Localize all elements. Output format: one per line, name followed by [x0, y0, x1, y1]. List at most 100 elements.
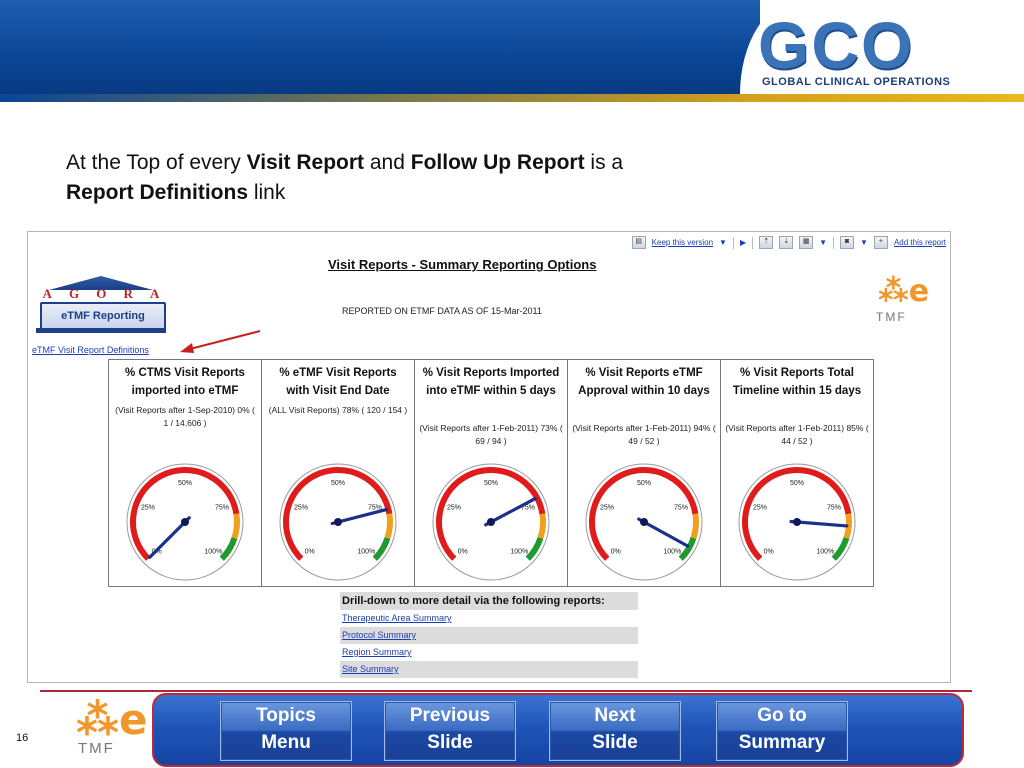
gco-logo: GCO GLOBAL CLINICAL OPERATIONS [748, 10, 1014, 94]
gauge-tick-label: 0% [458, 548, 468, 555]
export-icon[interactable]: ▦ [799, 236, 814, 249]
gauge-card-title: % Visit Reports eTMF Approval within 10 … [578, 367, 710, 397]
gauge-dial: 0%25%50%75%100% [432, 463, 550, 581]
gauge-tick-label: 50% [331, 480, 345, 487]
gco-logo-letters: GCO [758, 8, 915, 82]
chevron-down-icon[interactable]: ▼ [860, 238, 868, 247]
go-to-summary-button[interactable]: Go to Summary [716, 701, 848, 761]
gauge-tick-label: 25% [294, 505, 308, 512]
gauge-tick-label: 50% [178, 480, 192, 487]
gauge-hub [487, 518, 495, 526]
tmf-e-icon: ⁂e [76, 695, 148, 744]
agora-letter: R [123, 286, 133, 301]
gauge-card-title: % Visit Reports Total Timeline within 15… [732, 367, 862, 397]
nav-button-label: Previous [409, 705, 491, 726]
gauge-dial: 0%25%50%75%100% [126, 463, 244, 581]
nav-button-label: Slide [592, 732, 638, 753]
drill-up-icon[interactable]: ⇡ [759, 236, 774, 249]
add-report-icon[interactable]: + [873, 236, 888, 249]
drill-link-therapeutic-area[interactable]: Therapeutic Area Summary [340, 610, 638, 627]
gauge-tick-label: 50% [790, 480, 804, 487]
gauge-dial: 0%25%50%75%100% [738, 463, 856, 581]
gauge-tick-label: 50% [484, 480, 498, 487]
settings-icon[interactable]: ◙ [840, 236, 855, 249]
gauge-tick-label: 75% [215, 505, 229, 512]
nav-button-label: Summary [738, 732, 826, 753]
gauge-hub [793, 518, 801, 526]
gauge-tick-label: 25% [141, 505, 155, 512]
gauge-orange-band [384, 513, 393, 539]
page-number: 16 [16, 732, 29, 744]
gauge-tick-label: 75% [827, 505, 841, 512]
agora-letter: O [96, 286, 107, 301]
gauge-tick-label: 100% [357, 548, 375, 555]
gauge-card: % Visit Reports Imported into eTMF withi… [414, 359, 568, 587]
tmf-footer-logo-text: TMF [78, 740, 115, 757]
gauge-orange-band [537, 513, 546, 539]
keep-version-icon[interactable]: ▤ [631, 236, 646, 249]
previous-slide-button[interactable]: Previous Slide [384, 701, 516, 761]
nav-button-label: Slide [427, 732, 473, 753]
tmf-logo: ⁂e TMF [872, 276, 929, 332]
gauge-card: % CTMS Visit Reports imported into eTMF … [108, 359, 262, 587]
intro-text-part: and [364, 151, 411, 174]
header-banner: GCO GLOBAL CLINICAL OPERATIONS [0, 0, 1024, 106]
nav-button-label: Go to [757, 705, 807, 726]
gauge-tick-label: 0% [611, 548, 621, 555]
drill-link-region[interactable]: Region Summary [340, 644, 638, 661]
gauge-card-subtitle: (Visit Reports after 1-Sep-2010) 0% ( 1 … [115, 405, 255, 428]
navigation-bar: Topics Menu Previous Slide Next Slide Go… [152, 693, 964, 767]
banner-blue-band [0, 0, 760, 94]
nav-button-label: Topics [256, 705, 316, 726]
gauge-hub [181, 518, 189, 526]
drill-down-icon[interactable]: ⇣ [779, 236, 794, 249]
agora-plate: eTMF Reporting [40, 302, 166, 330]
gauge-tick-label: 25% [600, 505, 614, 512]
agora-letter: A [42, 286, 52, 301]
gauge-tick-label: 75% [674, 505, 688, 512]
drill-link-site[interactable]: Site Summary [340, 661, 638, 678]
toolbar-divider [732, 236, 734, 249]
gauge-card-subtitle: (ALL Visit Reports) 78% ( 120 / 154 ) [268, 405, 408, 415]
agora-letters: A G O R A [34, 286, 168, 302]
gauge-tick-label: 100% [510, 548, 528, 555]
chevron-down-icon[interactable]: ▼ [719, 238, 727, 247]
gauge-card-title: % Visit Reports Imported into eTMF withi… [422, 367, 560, 397]
intro-text-part: link [248, 181, 286, 204]
intro-follow-up-report: Follow Up Report [410, 151, 585, 174]
gauge-orange-band [690, 513, 699, 539]
gauge-tick-label: 25% [447, 505, 461, 512]
nav-button-label: Next [594, 705, 636, 726]
gauge-card-title: % eTMF Visit Reports with Visit End Date [279, 367, 397, 397]
gauge-tick-label: 0% [305, 548, 315, 555]
chevron-down-icon[interactable]: ▼ [819, 238, 827, 247]
play-icon[interactable]: ▶ [740, 238, 746, 247]
tmf-footer-logo: ⁂e TMF [72, 698, 147, 760]
gauge-dial: 0%25%50%75%100% [279, 463, 397, 581]
report-toolbar: ▤ Keep this version ▼ ▶ ⇡ ⇣ ▦ ▼ ◙ ▼ + Ad… [631, 236, 946, 249]
gauge-tick-label: 0% [764, 548, 774, 555]
gauge-hub [640, 518, 648, 526]
topics-menu-button[interactable]: Topics Menu [220, 701, 352, 761]
agora-letter: A [150, 286, 160, 301]
gauge-card-title: % CTMS Visit Reports imported into eTMF [125, 367, 245, 397]
drill-link-protocol[interactable]: Protocol Summary [340, 627, 638, 644]
agora-base [36, 328, 166, 333]
tmf-logo-text: TMF [876, 310, 907, 324]
nav-button-label: Menu [261, 732, 311, 753]
report-definitions-link[interactable]: eTMF Visit Report Definitions [32, 345, 149, 355]
keep-version-link[interactable]: Keep this version [652, 238, 713, 247]
add-report-link[interactable]: Add this report [894, 238, 946, 247]
toolbar-divider [833, 236, 835, 249]
gauge-tick-label: 100% [204, 548, 222, 555]
gauge-card: % Visit Reports Total Timeline within 15… [720, 359, 874, 587]
report-date: REPORTED ON ETMF DATA AS OF 15-Mar-2011 [342, 306, 542, 316]
gauge-card-subtitle: (Visit Reports after 1-Feb-2011) 94% ( 4… [572, 423, 716, 446]
gauge-dial: 0%25%50%75%100% [585, 463, 703, 581]
toolbar-divider [752, 236, 754, 249]
gauge-orange-band [231, 513, 240, 539]
banner-gold-stripe [0, 94, 1024, 102]
footer-divider [40, 690, 972, 692]
gauge-hub [334, 518, 342, 526]
next-slide-button[interactable]: Next Slide [549, 701, 681, 761]
